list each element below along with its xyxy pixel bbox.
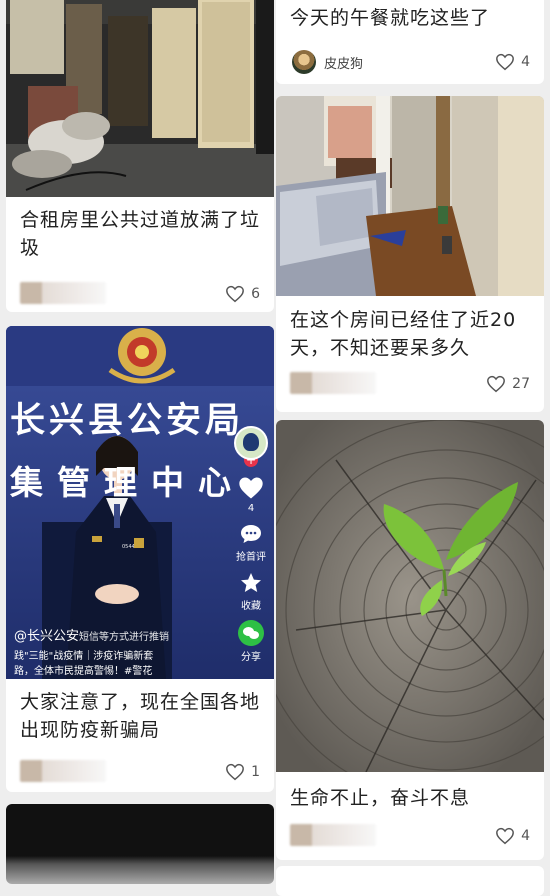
post-title[interactable]: 大家注意了，现在全国各地出现防疫新骗局 xyxy=(20,688,262,744)
heart-icon xyxy=(496,827,514,845)
video-like-count: 4 xyxy=(247,503,255,514)
like-button[interactable]: 4 xyxy=(495,824,530,848)
like-count: 6 xyxy=(251,286,260,302)
comment-icon xyxy=(241,525,261,543)
like-count: 4 xyxy=(521,54,530,70)
sign-line-1: 长兴县公安局 xyxy=(10,401,245,441)
caption-line-3: 路，全体市民提高警惕！#警花 xyxy=(14,666,153,677)
video-caption-line-top: @长兴公安短信等方式进行推销 xyxy=(14,625,214,644)
heart-icon xyxy=(226,285,244,303)
post-meta: 皮皮狗 4 xyxy=(288,50,530,74)
like-count: 1 xyxy=(251,764,260,780)
post-card-room[interactable]: 在这个房间已经住了近20天，不知还要呆多久 27 xyxy=(276,96,544,412)
like-button[interactable]: 27 xyxy=(486,372,530,396)
wechat-icon xyxy=(238,620,264,646)
post-title[interactable]: 今天的午餐就吃这些了 xyxy=(290,4,532,32)
video-favorite-label: 收藏 xyxy=(241,601,261,612)
video-comment-button[interactable]: 抢首评 xyxy=(236,522,266,563)
video-comment-label: 抢首评 xyxy=(236,552,266,563)
post-meta: 6 xyxy=(20,282,260,306)
post-meta: 1 xyxy=(20,760,260,784)
caption-line-2: 践"三能"战疫情｜涉疫诈骗新套 xyxy=(14,651,154,662)
author-avatar-blurred[interactable] xyxy=(20,760,106,782)
author-avatar-blurred[interactable] xyxy=(290,372,376,394)
video-share-label: 分享 xyxy=(241,652,261,663)
room-photo xyxy=(276,96,544,296)
author-avatar[interactable] xyxy=(292,50,316,74)
post-video-thumbnail[interactable]: 054470 长兴县公安局 集管理中心 + 4 抢首评 收藏 分享 @长兴公安短… xyxy=(6,326,274,679)
creator-avatar[interactable]: + xyxy=(234,426,268,467)
video-action-rail: + 4 抢首评 收藏 分享 xyxy=(234,426,268,671)
author-avatar-blurred[interactable] xyxy=(20,282,106,304)
heart-icon xyxy=(487,375,506,393)
post-card-police-video[interactable]: 054470 长兴县公安局 集管理中心 + 4 抢首评 收藏 分享 @长兴公安短… xyxy=(6,326,274,792)
post-image-room[interactable] xyxy=(276,96,544,296)
video-like-button[interactable]: 4 xyxy=(237,475,265,514)
like-button[interactable]: 4 xyxy=(495,50,530,74)
post-card-partial-right[interactable] xyxy=(276,866,544,896)
hallway-photo xyxy=(6,0,274,197)
sprout-photo xyxy=(276,420,544,772)
like-button[interactable]: 6 xyxy=(225,282,260,306)
like-count: 4 xyxy=(521,828,530,844)
like-count: 27 xyxy=(512,376,530,392)
caption-account[interactable]: @长兴公安 xyxy=(14,629,79,644)
post-title[interactable]: 在这个房间已经住了近20天，不知还要呆多久 xyxy=(290,306,532,362)
post-card-hallway[interactable]: 合租房里公共过道放满了垃圾 6 xyxy=(6,0,274,312)
heart-icon xyxy=(496,53,514,71)
caption-line-1: 短信等方式进行推销 xyxy=(79,632,170,643)
video-favorite-button[interactable]: 收藏 xyxy=(238,571,264,612)
post-title[interactable]: 生命不止，奋斗不息 xyxy=(290,784,532,812)
video-heart-icon xyxy=(239,477,263,499)
heart-icon xyxy=(226,763,244,781)
post-card-lunch[interactable]: 今天的午餐就吃这些了 皮皮狗 4 xyxy=(276,0,544,84)
post-card-sprout[interactable]: 生命不止，奋斗不息 4 xyxy=(276,420,544,860)
author-avatar-blurred[interactable] xyxy=(290,824,376,846)
video-share-button[interactable]: 分享 xyxy=(238,620,264,663)
post-meta: 4 xyxy=(290,824,530,848)
post-card-partial[interactable] xyxy=(6,804,274,884)
like-button[interactable]: 1 xyxy=(225,760,260,784)
post-image-sprout[interactable] xyxy=(276,420,544,772)
author-name[interactable]: 皮皮狗 xyxy=(324,53,363,72)
post-image-partial[interactable] xyxy=(6,804,274,884)
post-meta: 27 xyxy=(290,372,530,396)
post-title[interactable]: 合租房里公共过道放满了垃圾 xyxy=(20,206,262,262)
star-icon xyxy=(241,573,261,592)
sign-line-2: 集管理中心 xyxy=(10,463,245,502)
post-image-hallway[interactable] xyxy=(6,0,274,197)
